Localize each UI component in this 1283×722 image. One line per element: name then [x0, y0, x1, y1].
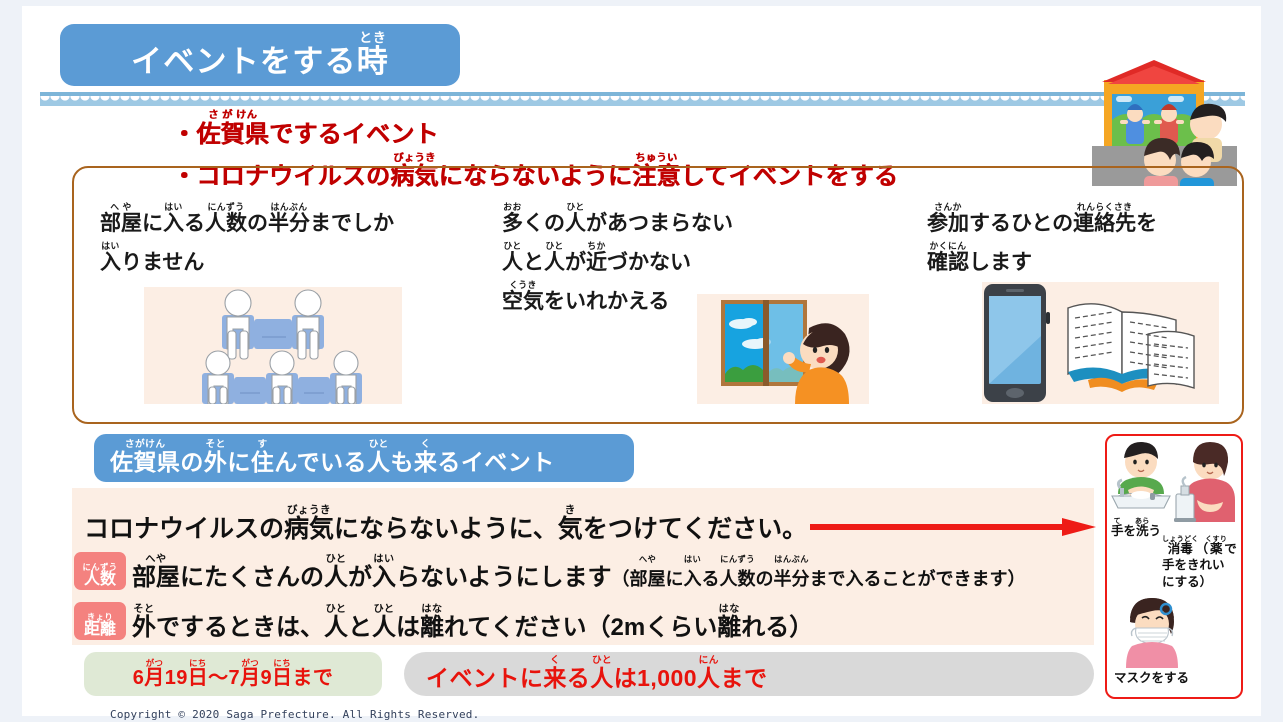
divider-scallop	[40, 96, 1245, 106]
column-distance-line-2: 人ひとと人ひとが近ちかづかない	[502, 241, 691, 275]
slide-canvas: イベントをする時とき ・佐賀県さ が けんでするイベント ・コロナウイルスの病気…	[22, 6, 1261, 721]
column-distance-line-1: 多おおくの人ひとがあつまらない	[502, 202, 733, 235]
bullet-item-1: ・佐賀県さ が けんでするイベント	[172, 110, 439, 148]
prevention-label-mask: マスクをする	[1114, 671, 1190, 685]
copyright-footer: Copyright © 2020 Saga Prefecture. All Ri…	[110, 708, 480, 721]
period-text: 6月がつ19日にち〜7月がつ9日にちまで	[132, 658, 334, 689]
column-contact: 参加さんかするひとの連絡先れんらくさきを 確認かくにんします	[927, 202, 1157, 280]
spaced-seating-illustration	[144, 287, 402, 404]
phone-and-books-illustration	[982, 282, 1219, 404]
period-box: 6月がつ19日にち〜7月がつ9日にちまで	[84, 652, 382, 696]
page-title-text: イベントをする時とき	[131, 29, 389, 79]
red-arrow-icon	[810, 518, 1096, 536]
sub-banner: 佐賀県さがけんの外そとに住すんでいる人ひとも来くるイベント	[94, 434, 634, 482]
handwashing-illustration	[1111, 442, 1171, 509]
attendee-limit-box: イベントに来くる人ひとは1,000人にんまで	[404, 652, 1094, 696]
tag-headcount: 人数にんずう	[74, 552, 126, 590]
page-title: イベントをする時とき	[60, 24, 460, 86]
sanitizer-illustration	[1174, 442, 1235, 522]
instruction-line-2-note: （部屋へやに入はいる人数にんずうの半分はんぶんまで入ることができます）	[611, 555, 1026, 589]
open-window-illustration	[697, 294, 869, 404]
instruction-line-3: 外そとでするときは、人ひとと人ひとは離はなれてください（2mくらい離はなれる）	[132, 604, 814, 641]
column-capacity-line-2: 入はいりません	[100, 241, 205, 275]
mask-illustration	[1126, 598, 1178, 668]
prevention-label-sanitize: 消毒しょうどく（薬くすりで 手をきれい にする）	[1162, 536, 1237, 589]
column-contact-line-1: 参加さんかするひとの連絡先れんらくさきを	[927, 202, 1158, 235]
instruction-line-2: 部屋へやにたくさんの人ひとが入はいらないようにします（部屋へやに入はいる人数にん…	[132, 554, 1026, 591]
column-capacity: 部屋へ やに入はいる人数にんずうの半分はんぶんまでしか 入はいりません	[100, 202, 394, 280]
sub-banner-text: 佐賀県さがけんの外そとに住すんでいる人ひとも来くるイベント	[110, 439, 555, 475]
wavy-divider	[40, 92, 1245, 106]
instruction-line-1: コロナウイルスの病気びょうきにならないように、気きをつけてください。	[84, 504, 808, 543]
attendee-limit-text: イベントに来くる人ひとは1,000人にんまで	[426, 655, 768, 691]
tag-distance: 距離きょり	[74, 602, 126, 640]
column-capacity-line-1: 部屋へ やに入はいる人数にんずうの半分はんぶんまでしか	[100, 202, 394, 235]
prevention-label-wash: 手てを洗あらう	[1111, 518, 1162, 538]
column-contact-line-2: 確認かくにんします	[927, 241, 1032, 275]
